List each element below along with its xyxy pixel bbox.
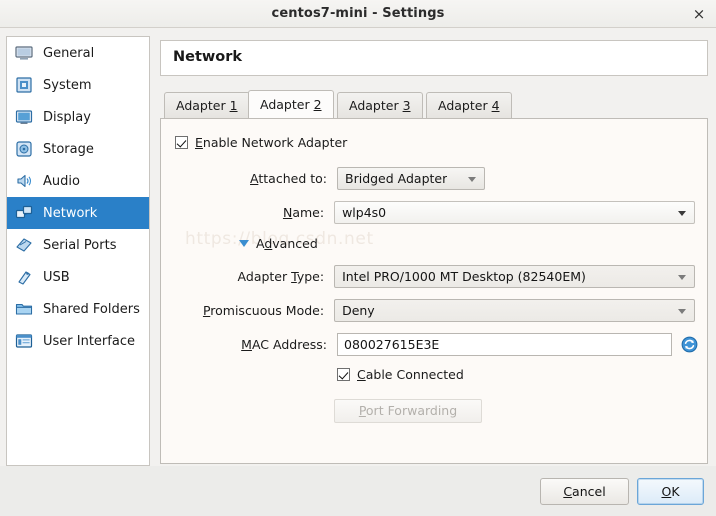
adapter-name-select[interactable]: wlp4s0 [334,201,695,224]
adapter-2-panel: https://blog.csdn.net Enable Network Ada… [160,118,708,464]
advanced-disclosure-row[interactable]: Advanced [239,236,318,251]
tab-adapter-3[interactable]: Adapter 3 [337,92,423,118]
sidebar-item-label: User Interface [43,333,135,349]
cable-connected-row[interactable]: Cable Connected [337,367,464,382]
cable-connected-label[interactable]: Cable Connected [357,367,464,382]
sidebar-item-general[interactable]: General [7,37,149,69]
window-title: centos7-mini - Settings [271,6,445,21]
chevron-down-icon[interactable] [239,240,249,247]
port-forwarding-button: Port Forwarding [334,399,482,423]
sidebar-item-display[interactable]: Display [7,101,149,133]
tab-mnemonic: 1 [229,98,238,113]
mac-address-input[interactable]: 080027615E3E [337,333,672,356]
adapter-type-select[interactable]: Intel PRO/1000 MT Desktop (82540EM) [334,265,695,288]
adapter-name-label: Name: [282,205,325,220]
settings-window: centos7-mini - Settings × General System… [0,0,716,516]
display-icon [14,107,34,127]
chevron-down-icon [678,210,686,216]
pane-header: Network [160,40,708,76]
chevron-down-icon [468,176,476,182]
enable-network-adapter-label[interactable]: Enable Network Adapter [195,135,347,150]
refresh-mac-icon[interactable] [681,336,698,353]
sidebar-item-label: Storage [43,141,94,157]
tab-label: Adapter [176,98,230,113]
advanced-label[interactable]: Advanced [256,236,318,251]
tab-mnemonic: 3 [402,98,411,113]
sidebar-item-label: Shared Folders [43,301,140,317]
chevron-down-icon [678,308,686,314]
sidebar-item-label: Display [43,109,91,125]
promiscuous-mode-row: Promiscuous Mode: Deny [175,299,695,322]
folder-icon [14,299,34,319]
tab-label: Adapter [438,98,492,113]
speaker-icon [14,171,34,191]
close-icon[interactable]: × [688,4,710,24]
tab-mnemonic: 2 [313,97,322,112]
tab-adapter-4[interactable]: Adapter 4 [426,92,512,118]
mac-address-row: MAC Address: 080027615E3E [175,333,705,356]
adapter-type-label: Adapter Type: [237,269,325,284]
adapter-type-row: Adapter Type: Intel PRO/1000 MT Desktop … [175,265,695,288]
attached-to-value: Bridged Adapter [345,171,448,186]
sidebar-item-audio[interactable]: Audio [7,165,149,197]
adapter-tabbar: Adapter 1 Adapter 2 Adapter 3 Adapter 4 [160,90,708,118]
tab-label: Adapter [260,97,314,112]
sidebar-item-usb[interactable]: USB [7,261,149,293]
sidebar-item-label: Network [43,205,98,221]
attached-to-label: Attached to: [250,171,327,186]
tab-label: Adapter [349,98,403,113]
disk-icon [14,139,34,159]
sidebar-item-label: USB [43,269,70,285]
adapter-name-value: wlp4s0 [342,205,387,220]
sidebar-item-serial-ports[interactable]: Serial Ports [7,229,149,261]
promiscuous-mode-select[interactable]: Deny [334,299,695,322]
tab-adapter-2[interactable]: Adapter 2 [248,90,334,118]
promiscuous-mode-value: Deny [342,303,375,318]
sidebar-item-label: Audio [43,173,80,189]
adapter-name-row: Name: wlp4s0 [175,201,695,224]
title-bar: centos7-mini - Settings × [0,0,716,28]
sidebar-item-shared-folders[interactable]: Shared Folders [7,293,149,325]
chevron-down-icon [678,274,686,280]
dialog-footer: Cancel OK [0,466,716,516]
page-title: Network [173,49,243,65]
sidebar-item-network[interactable]: Network [7,197,149,229]
tab-adapter-1[interactable]: Adapter 1 [164,92,250,118]
promiscuous-mode-label: Promiscuous Mode: [202,303,325,318]
usb-icon [14,267,34,287]
serial-port-icon [14,235,34,255]
mac-address-label: MAC Address: [241,337,327,352]
network-settings-pane: Network Adapter 1 Adapter 2 Adapter 3 Ad… [160,40,708,464]
cable-connected-checkbox[interactable] [337,368,350,381]
tab-mnemonic: 4 [491,98,500,113]
enable-network-adapter-checkbox[interactable] [175,136,188,149]
settings-sidebar[interactable]: General System Display Storage Audio Net… [6,36,150,466]
sidebar-item-label: System [43,77,92,93]
network-icon [14,203,34,223]
enable-network-adapter-row[interactable]: Enable Network Adapter [175,135,347,150]
attached-to-select[interactable]: Bridged Adapter [337,167,485,190]
cancel-button[interactable]: Cancel [540,478,629,505]
motherboard-icon [14,75,34,95]
monitor-icon [14,43,34,63]
window-icon [14,331,34,351]
adapter-type-value: Intel PRO/1000 MT Desktop (82540EM) [342,269,586,284]
attached-to-row: Attached to: Bridged Adapter [175,167,485,190]
sidebar-item-user-interface[interactable]: User Interface [7,325,149,357]
sidebar-item-label: General [43,45,95,61]
sidebar-item-system[interactable]: System [7,69,149,101]
ok-button[interactable]: OK [637,478,704,505]
sidebar-item-label: Serial Ports [43,237,117,253]
sidebar-item-storage[interactable]: Storage [7,133,149,165]
